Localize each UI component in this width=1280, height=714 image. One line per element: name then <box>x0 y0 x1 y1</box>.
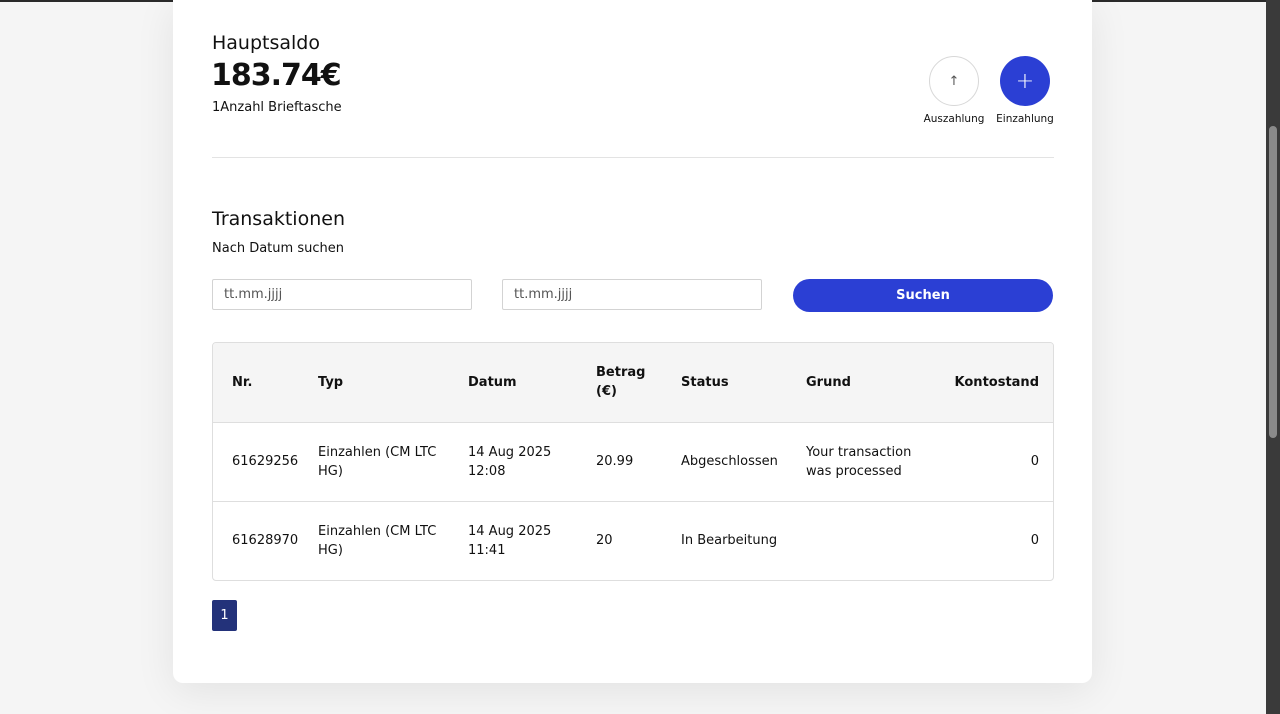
date-search-label: Nach Datum suchen <box>212 241 344 256</box>
cell-datum: 14 Aug 2025 11:41 <box>468 523 552 558</box>
cell-kontostand: 0 <box>1030 454 1039 469</box>
wallet-count: 1Anzahl Brieftasche <box>212 100 342 115</box>
cell-betrag: 20.99 <box>596 454 634 469</box>
pagination-page-1[interactable]: 1 <box>212 600 237 631</box>
header-betrag: Betrag (€) <box>596 365 646 400</box>
header-grund: Grund <box>806 374 851 390</box>
deposit-label: Einzahlung <box>996 113 1054 125</box>
cell-nr: 61629256 <box>232 454 299 469</box>
cell-grund <box>787 501 927 580</box>
cell-grund: Your transaction was processed <box>806 444 912 479</box>
cell-typ: Einzahlen (CM LTC HG) <box>318 444 437 479</box>
header-nr: Nr. <box>232 374 253 390</box>
withdraw-action[interactable]: ↑ Auszahlung <box>919 56 989 125</box>
wallet-card: Hauptsaldo 183.74€ 1Anzahl Brieftasche ↑… <box>173 0 1092 683</box>
plus-icon: + <box>1015 68 1035 94</box>
cell-kontostand: 0 <box>1030 533 1039 549</box>
divider <box>212 157 1054 158</box>
date-from-input[interactable] <box>212 279 472 310</box>
search-button[interactable]: Suchen <box>793 279 1053 312</box>
cell-datum: 14 Aug 2025 12:08 <box>468 444 552 479</box>
deposit-button[interactable]: + <box>1000 56 1050 106</box>
date-to-input[interactable] <box>502 279 762 310</box>
cell-betrag: 20 <box>596 533 613 549</box>
withdraw-button[interactable]: ↑ <box>929 56 979 106</box>
arrow-up-icon: ↑ <box>948 73 960 89</box>
scrollbar-thumb[interactable] <box>1269 126 1277 438</box>
scrollbar[interactable] <box>1266 0 1280 714</box>
cell-status: Abgeschlossen <box>681 454 778 469</box>
deposit-action[interactable]: + Einzahlung <box>990 56 1060 125</box>
transactions-title: Transaktionen <box>212 208 345 230</box>
table-header-row: Nr. Typ Datum Betrag (€) Status Grund Ko… <box>213 343 1053 422</box>
header-status: Status <box>681 374 729 390</box>
cell-typ: Einzahlen (CM LTC HG) <box>318 523 437 558</box>
cell-status: In Bearbeitung <box>681 533 778 549</box>
balance-label: Hauptsaldo <box>212 32 320 54</box>
withdraw-label: Auszahlung <box>923 113 985 125</box>
table-row: 61629256 Einzahlen (CM LTC HG) 14 Aug 20… <box>213 422 1053 501</box>
transactions-table: Nr. Typ Datum Betrag (€) Status Grund Ko… <box>212 342 1054 581</box>
header-datum: Datum <box>468 374 517 390</box>
table-row: 61628970 Einzahlen (CM LTC HG) 14 Aug 20… <box>213 501 1053 580</box>
cell-nr: 61628970 <box>232 533 299 549</box>
balance-value: 183.74€ <box>211 58 342 93</box>
header-typ: Typ <box>318 374 344 390</box>
header-kontostand: Kontostand <box>954 374 1039 390</box>
